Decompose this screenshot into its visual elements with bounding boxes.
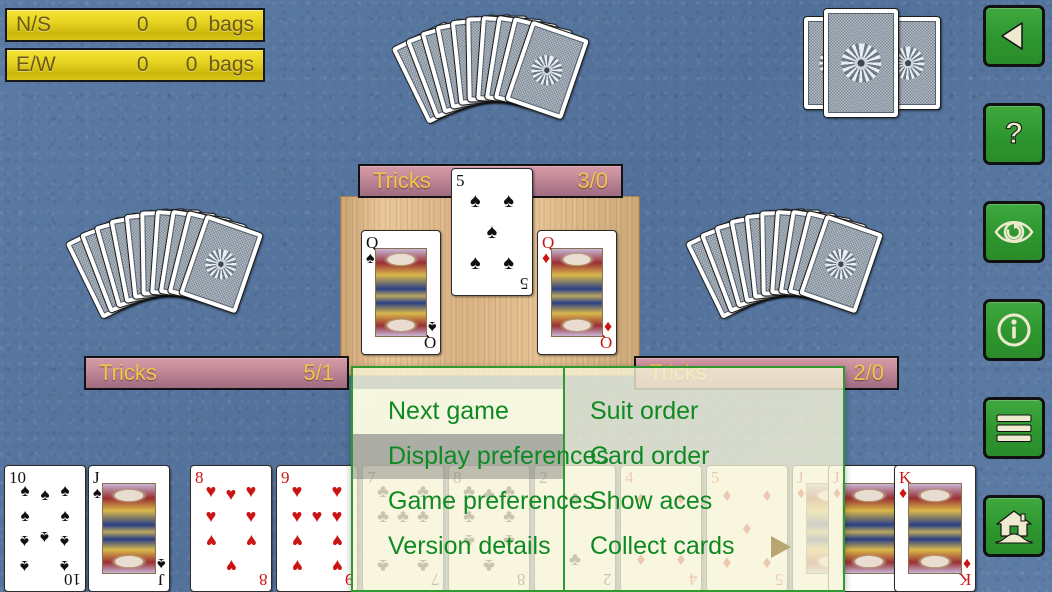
review-button[interactable] [983, 201, 1045, 263]
menu-item-label: Collect cards [590, 532, 735, 560]
home-button[interactable] [983, 495, 1045, 557]
bags-value: 0 [185, 13, 198, 36]
score-value: 0 [136, 53, 149, 76]
menu-item-game-preferences[interactable]: Game preferences [353, 479, 595, 524]
menu-column-primary: Next game Display preferences Game prefe… [353, 368, 609, 590]
tricks-label: Tricks [373, 168, 431, 193]
menu-item-label: Card order [590, 442, 710, 470]
bags-value: 0 [185, 53, 198, 76]
card-rank: J [93, 468, 100, 487]
info-circle-icon [996, 312, 1032, 348]
menu-button[interactable] [983, 397, 1045, 459]
card-rank: 5 [456, 171, 465, 190]
hand-card[interactable]: J ♠ J ♠ [88, 465, 170, 592]
score-value: 0 [136, 13, 149, 36]
card-suit: ♦ [542, 250, 551, 267]
menu-column-submenu: Suit order Card order Show aces Collect … [565, 368, 843, 590]
tricks-value: 3/0 [577, 168, 608, 193]
menu-item-label: Game preferences [388, 487, 596, 515]
tricks-bar-south: Tricks 5/1 [84, 356, 349, 390]
menu-item-suit-order[interactable]: Suit order [565, 389, 843, 434]
menu-item-version-details[interactable]: Version details [353, 524, 563, 569]
menu-item-collect-cards[interactable]: Collect cards [565, 524, 843, 569]
left-triangle-icon [997, 19, 1031, 53]
tricks-value: 2/0 [853, 360, 884, 385]
card-suit: ♦ [603, 318, 612, 335]
eye-refresh-icon [994, 215, 1034, 249]
svg-text:?: ? [1005, 117, 1023, 150]
hamburger-icon [995, 413, 1033, 443]
game-table: N/S 0 0 bags E/W 0 0 bags Tricks 3/0 2/0… [0, 0, 1052, 592]
menu-item-next-game[interactable]: Next game [353, 389, 563, 434]
hand-card[interactable]: 8 8 ♥ ♥ ♥ ♥ ♥ ♥ ♥ ♥ [190, 465, 272, 592]
menu-item-label: Show aces [590, 487, 713, 515]
help-button[interactable]: ? [983, 103, 1045, 165]
card-suit: ♠ [156, 555, 166, 572]
menu-item-label: Version details [388, 532, 551, 560]
hand-card[interactable]: 9 9 ♥ ♥ ♥ ♥ ♥ ♥ ♥ ♥ ♥ [276, 465, 358, 592]
court-face-art [842, 483, 896, 574]
card-suit: ♠ [427, 318, 437, 335]
menu-item-display-preferences[interactable]: Display preferences [353, 434, 609, 479]
card-suit: ♦ [899, 485, 908, 502]
card-rank: 5 [519, 274, 529, 293]
info-button[interactable] [983, 299, 1045, 361]
played-card-north: 5 5 ♠ ♠ ♠ ♠ ♠ [451, 168, 533, 296]
house-icon [994, 508, 1034, 544]
played-card-west: Q ♠ Q ♠ [361, 230, 441, 355]
played-card-east: Q ♦ Q ♦ [537, 230, 617, 355]
back-button[interactable] [983, 5, 1045, 67]
hand-card[interactable]: K ♦ K ♦ [894, 465, 976, 592]
court-face-art [375, 248, 427, 337]
card-pips: ♠ ♠ ♠ ♠ ♠ ♠ ♠ ♠ ♠ ♠ [20, 481, 70, 576]
menu-item-label: Next game [388, 397, 509, 425]
question-mark-icon: ? [997, 117, 1031, 151]
score-side-label: E/W [16, 53, 56, 76]
card-pips: ♥ ♥ ♥ ♥ ♥ ♥ ♥ ♥ [205, 480, 257, 577]
card-back [823, 8, 899, 118]
card-pips: ♥ ♥ ♥ ♥ ♥ ♥ ♥ ♥ ♥ [291, 480, 343, 577]
card-suit: ♠ [93, 485, 102, 502]
score-side-label: N/S [16, 13, 52, 36]
hand-card[interactable]: 10 10 ♠ ♠ ♠ ♠ ♠ ♠ ♠ ♠ ♠ ♠ [4, 465, 86, 592]
menu-item-show-aces[interactable]: Show aces [565, 479, 843, 524]
bags-label: bags [208, 13, 255, 36]
menu-item-label: Suit order [590, 397, 699, 425]
tricks-label: Tricks [99, 360, 157, 385]
score-plate-ns: N/S 0 0 bags [5, 8, 265, 42]
score-plate-ew: E/W 0 0 bags [5, 48, 265, 82]
context-menu: Next game Display preferences Game prefe… [351, 366, 845, 592]
tricks-value: 5/1 [303, 360, 334, 385]
menu-item-card-order[interactable]: Card order [565, 434, 843, 479]
court-face-art [908, 483, 962, 574]
court-face-art [102, 483, 156, 574]
court-face-art [551, 248, 603, 337]
card-suit: ♦ [962, 555, 971, 572]
bags-label: bags [208, 53, 255, 76]
chevron-right-icon [771, 535, 791, 558]
card-suit: ♠ [366, 250, 375, 267]
card-rank: J [158, 570, 165, 589]
card-pips: ♠ ♠ ♠ ♠ ♠ [470, 189, 514, 275]
